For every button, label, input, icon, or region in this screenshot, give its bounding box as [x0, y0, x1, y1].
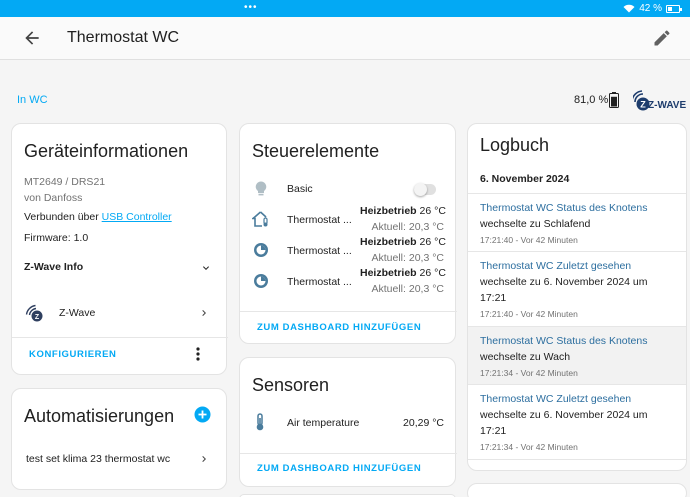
add-to-dashboard-button[interactable]: ZUM DASHBOARD HINZUFÜGEN — [257, 322, 421, 333]
log-entry-title[interactable]: Thermostat WC Zuletzt gesehen — [480, 258, 675, 274]
divider — [468, 459, 686, 460]
divider — [12, 337, 228, 338]
log-entry-desc: wechselte zu Schlafend — [480, 218, 591, 230]
add-to-dashboard-button[interactable]: ZUM DASHBOARD HINZUFÜGEN — [257, 463, 421, 474]
battery-icon — [609, 92, 619, 108]
zwave-integration-label: Z-Wave — [59, 307, 96, 319]
log-entry-time: 17:21:34 - Vor 42 Minuten — [480, 442, 578, 452]
svg-text:Z: Z — [35, 314, 40, 321]
target-temp: 26 °C — [419, 205, 446, 217]
status-bar: ••• 42 % — [0, 0, 690, 17]
log-entry[interactable]: Thermostat WC Zuletzt gesehen wechselte … — [468, 385, 686, 459]
pencil-icon[interactable] — [652, 28, 672, 48]
mode-label: Heizbetrieb — [360, 205, 417, 217]
automation-item[interactable]: test set klima 23 thermostat wc — [12, 447, 228, 471]
thermostat-mode: Heizbetrieb 26 °C — [360, 267, 446, 279]
target-temp: 26 °C — [419, 236, 446, 248]
log-entry-time: 17:21:34 - Vor 42 Minuten — [480, 368, 578, 378]
device-info-card: Geräteinformationen MT2649 / DRS21 von D… — [11, 123, 228, 375]
logbook-date: 6. November 2024 — [480, 173, 570, 185]
more-vert-icon[interactable] — [192, 346, 204, 362]
thermostat-icon — [254, 243, 268, 257]
log-entry[interactable]: Thermostat WC Status des Knotens wechsel… — [468, 327, 686, 384]
divider — [240, 453, 457, 454]
page-title: Thermostat WC — [67, 29, 180, 46]
log-entry-desc: wechselte zu Wach — [480, 351, 571, 363]
log-entry-desc: wechselte zu 6. November 2024 um 17:21 — [480, 276, 648, 304]
log-entry-title[interactable]: Thermostat WC Zuletzt gesehen — [480, 391, 675, 407]
svg-text:Z: Z — [640, 100, 646, 110]
zwave-logo-text: Z-WAVE — [648, 100, 686, 111]
current-temp: Aktuell: 20,3 °C — [371, 252, 445, 264]
control-row-basic: Basic — [240, 180, 457, 200]
divider — [240, 311, 457, 312]
mode-label: Heizbetrieb — [360, 267, 417, 279]
log-entry-title[interactable]: Thermostat WC Status des Knotens — [480, 333, 676, 349]
zwave-integration-row[interactable]: Z Z-Wave — [12, 300, 228, 326]
thermostat-mode: Heizbetrieb 26 °C — [360, 236, 446, 248]
log-entry-title[interactable]: Thermostat WC Status des Knotens — [480, 200, 675, 216]
battery-icon — [666, 4, 682, 13]
add-automation-button[interactable] — [194, 406, 211, 423]
mode-label: Heizbetrieb — [360, 236, 417, 248]
lightbulb-icon — [255, 181, 267, 196]
thermostat-icon — [254, 274, 268, 288]
logbook-title: Logbuch — [480, 135, 550, 155]
back-arrow-icon[interactable] — [22, 28, 42, 48]
zwave-logo: Z Z-WAVE — [631, 89, 687, 113]
zwave-info-label: Z-Wave Info — [24, 261, 84, 273]
sensor-row[interactable]: Air temperature 20,29 °C — [240, 412, 457, 434]
chevron-down-icon — [203, 266, 209, 270]
device-model: MT2649 / DRS21 — [24, 176, 106, 188]
basic-toggle[interactable] — [414, 183, 436, 196]
thermometer-icon — [256, 413, 264, 431]
connected-via-label: Verbunden über — [24, 211, 99, 223]
log-entry[interactable]: Thermostat WC Status des Knotens wechsel… — [468, 194, 686, 251]
automation-item-label: test set klima 23 thermostat wc — [26, 453, 171, 465]
sensors-title: Sensoren — [252, 375, 330, 395]
target-temp: 26 °C — [419, 267, 446, 279]
log-entry[interactable]: Thermostat WC Zuletzt gesehen wechselte … — [468, 252, 686, 326]
automations-title: Automatisierungen — [24, 406, 175, 426]
chevron-right-icon — [202, 310, 206, 316]
log-entry-time: 17:21:40 - Vor 42 Minuten — [480, 235, 578, 245]
controls-title: Steuerelemente — [252, 141, 380, 161]
firmware: Firmware: 1.0 — [24, 232, 89, 244]
wifi-icon — [623, 4, 635, 13]
multitask-dots[interactable]: ••• — [244, 3, 258, 13]
device-battery-percent: 81,0 % — [574, 94, 609, 106]
sensor-name: Air temperature — [287, 417, 360, 429]
current-temp: Aktuell: 20,3 °C — [371, 283, 445, 295]
log-entry-desc: wechselte zu 6. November 2024 um 17:21 — [480, 409, 648, 437]
automations-card: Automatisierungen test set klima 23 ther… — [11, 388, 227, 490]
device-manufacturer: von Danfoss — [24, 192, 83, 204]
next-card-edge — [467, 483, 687, 497]
thermostat-mode: Heizbetrieb 26 °C — [360, 205, 446, 217]
sensor-value: 20,29 °C — [403, 417, 444, 429]
control-row-thermostat[interactable]: Thermostat ... Heizbetrieb 26 °C Aktuell… — [240, 235, 457, 266]
control-row-thermostat[interactable]: Thermostat ... Heizbetrieb 26 °C Aktuell… — [240, 266, 457, 297]
configure-button[interactable]: KONFIGURIEREN — [29, 349, 117, 360]
connected-via: Verbunden über USB Controller — [24, 211, 172, 223]
control-name: Basic — [287, 183, 313, 195]
zwave-icon: Z — [25, 304, 43, 322]
status-right: 42 % — [623, 3, 682, 14]
area-link[interactable]: In WC — [17, 94, 48, 106]
controls-card: Steuerelemente Basic Thermostat ... Heiz… — [239, 123, 457, 344]
battery-percent: 42 % — [639, 3, 662, 14]
chevron-right-icon — [202, 456, 206, 462]
sensors-card: Sensoren Air temperature 20,29 °C ZUM DA… — [239, 357, 457, 487]
usb-controller-link[interactable]: USB Controller — [102, 211, 172, 223]
current-temp: Aktuell: 20,3 °C — [371, 221, 445, 233]
zwave-info-expander[interactable]: Z-Wave Info — [12, 252, 228, 282]
log-entry-time: 17:21:40 - Vor 42 Minuten — [480, 309, 578, 319]
logbook-card: Logbuch 6. November 2024 Thermostat WC S… — [467, 123, 687, 471]
control-row-thermostat[interactable]: Thermostat ... Heizbetrieb 26 °C Aktuell… — [240, 204, 457, 235]
device-info-title: Geräteinformationen — [24, 141, 189, 161]
app-bar: Thermostat WC — [0, 17, 690, 60]
toggle-knob — [414, 183, 427, 196]
home-thermometer-icon — [252, 211, 268, 227]
